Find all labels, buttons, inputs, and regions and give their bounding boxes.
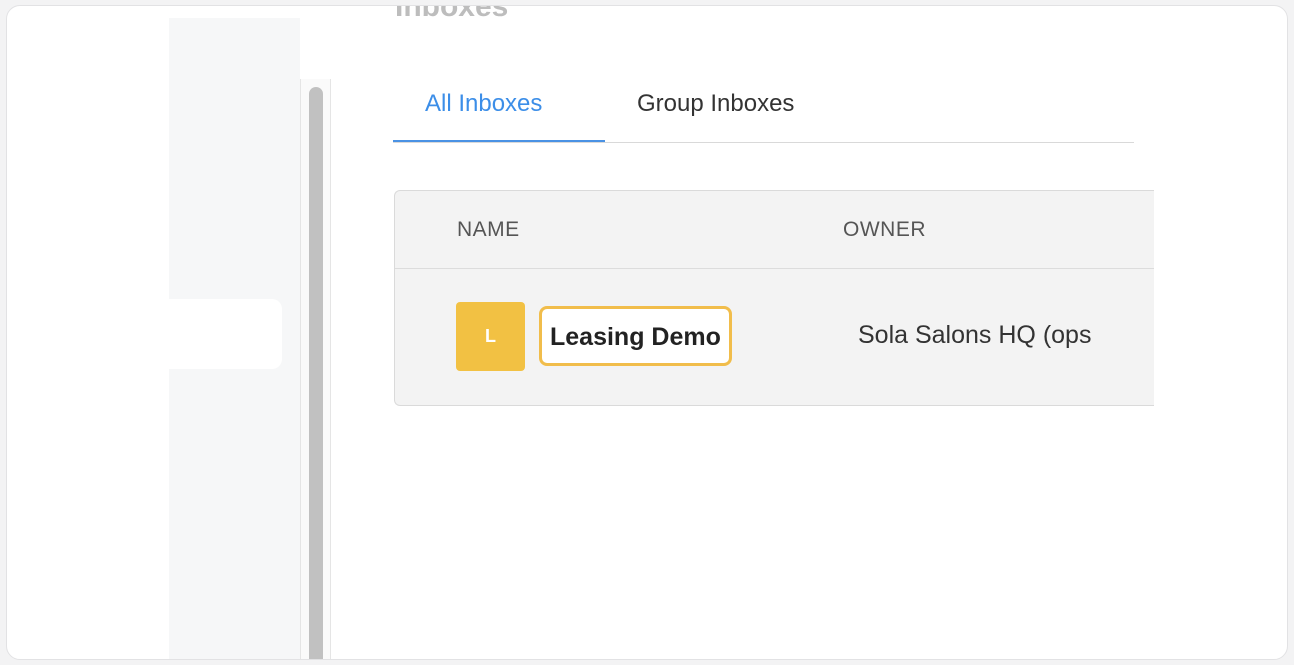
sidebar-item-active[interactable]	[169, 299, 282, 369]
sidebar-scrollbar-thumb[interactable]	[309, 87, 323, 659]
sidebar-scrollbar-track[interactable]	[300, 79, 331, 659]
page-title: Inboxes	[395, 5, 509, 23]
main-content: Inboxes All Inboxes Group Inboxes NAME O…	[332, 6, 1287, 659]
table-row[interactable]: L Leasing Demo Sola Salons HQ (ops	[395, 269, 1154, 406]
inbox-table: NAME OWNER L Leasing Demo Sola Salons HQ…	[394, 190, 1154, 406]
inbox-name-link[interactable]: Leasing Demo	[539, 306, 732, 366]
app-window: Inboxes All Inboxes Group Inboxes NAME O…	[6, 5, 1288, 660]
tab-all-inboxes[interactable]: All Inboxes	[393, 82, 605, 142]
column-header-owner[interactable]: OWNER	[843, 218, 926, 242]
column-header-name[interactable]: NAME	[457, 218, 520, 242]
tab-group-inboxes[interactable]: Group Inboxes	[637, 82, 794, 142]
inbox-avatar: L	[456, 302, 525, 371]
table-header: NAME OWNER	[395, 191, 1154, 269]
inbox-tabs: All Inboxes Group Inboxes	[393, 82, 1134, 143]
inbox-owner: Sola Salons HQ (ops	[858, 321, 1092, 349]
